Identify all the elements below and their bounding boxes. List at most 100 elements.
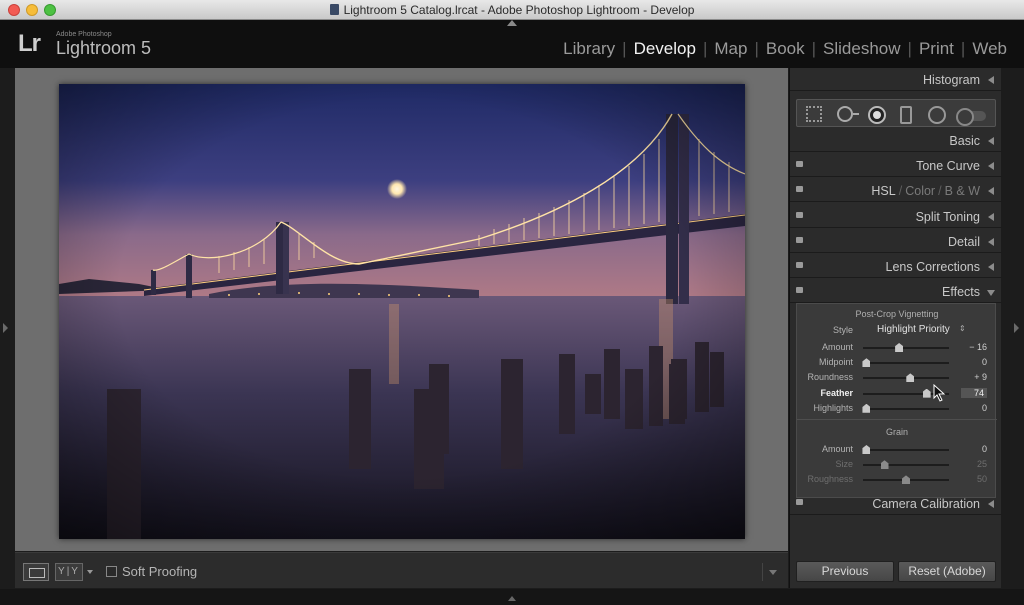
camera-calibration-toggle-icon[interactable] xyxy=(796,499,803,505)
amount-slider[interactable] xyxy=(862,445,949,454)
red-eye-tool-icon[interactable] xyxy=(868,106,886,124)
module-library[interactable]: Library xyxy=(556,39,622,59)
effects-panel-body: Post-Crop Vignetting Style Highlight Pri… xyxy=(796,303,997,498)
histogram-collapse-icon[interactable] xyxy=(988,76,994,84)
effects-sliders-roundness-row: Roundness + 9 xyxy=(797,370,997,385)
split-toning-collapse-icon[interactable] xyxy=(988,213,994,221)
hsl-panel-header[interactable]: HSL / Color / B & W xyxy=(790,180,1002,202)
lens-corrections-collapse-icon[interactable] xyxy=(988,263,994,271)
roughness-slider[interactable] xyxy=(863,475,949,485)
tone-curve-panel-header[interactable]: Tone Curve xyxy=(790,155,1002,177)
detail-collapse-icon[interactable] xyxy=(988,238,994,246)
crop-overlay-tool-icon[interactable] xyxy=(806,106,822,122)
split-toning-title: Split Toning xyxy=(915,210,980,224)
module-web[interactable]: Web xyxy=(965,39,1014,59)
lens-corrections-panel-header[interactable]: Lens Corrections xyxy=(790,256,1002,278)
hsl-collapse-icon[interactable] xyxy=(988,187,994,195)
vignette-style-label: Style xyxy=(832,325,853,335)
grain-section-title: Grain xyxy=(885,427,908,437)
detail-toggle-icon[interactable] xyxy=(796,237,803,243)
document-icon xyxy=(329,4,339,15)
hsl-toggle-icon[interactable] xyxy=(796,186,803,192)
midpoint-slider-thumb[interactable] xyxy=(862,358,871,368)
vignette-style-select[interactable]: Highlight Priority xyxy=(877,324,950,335)
effects-sliders-feather-row: Feather 74 xyxy=(797,386,997,401)
highlights-label: Highlights xyxy=(813,402,853,413)
roughness-slider-thumb[interactable] xyxy=(902,475,910,485)
module-book[interactable]: Book xyxy=(759,39,812,59)
midpoint-slider[interactable] xyxy=(862,358,949,368)
amount-value[interactable]: − 16 xyxy=(961,342,987,352)
hsl-tab[interactable]: HSL xyxy=(871,184,895,198)
color-tab[interactable]: Color xyxy=(905,184,935,198)
effects-toggle-icon[interactable] xyxy=(796,287,803,293)
basic-panel-header[interactable]: Basic xyxy=(790,130,1002,152)
tone-curve-collapse-icon[interactable] xyxy=(988,162,994,170)
collapse-top-panel-icon[interactable] xyxy=(507,20,517,26)
amount-slider-thumb[interactable] xyxy=(895,343,904,352)
highlights-value[interactable]: 0 xyxy=(961,403,987,413)
size-value[interactable]: 25 xyxy=(961,459,987,469)
amount-slider-thumb[interactable] xyxy=(862,445,871,454)
camera-calibration-panel-header[interactable]: Camera Calibration xyxy=(790,493,1002,515)
soft-proofing-checkbox[interactable] xyxy=(106,566,117,577)
camera-calibration-collapse-icon[interactable] xyxy=(988,500,994,508)
toolbar-content-dropdown[interactable] xyxy=(762,563,780,581)
develop-toolbar: Y|Y Soft Proofing xyxy=(15,552,788,588)
right-develop-panel: Histogram Basic Tone Curve HSL / Color / B &… xyxy=(789,68,1002,588)
loupe-view-button[interactable] xyxy=(23,563,49,581)
photo-image xyxy=(59,84,745,539)
vignette-style-row: Style Highlight Priority ⇕ xyxy=(797,324,997,338)
expand-filmstrip-icon[interactable] xyxy=(508,596,516,601)
roundness-slider-thumb[interactable] xyxy=(906,373,915,383)
roundness-value[interactable]: + 9 xyxy=(961,372,987,382)
midpoint-label: Midpoint xyxy=(818,357,853,368)
effects-expand-icon[interactable] xyxy=(987,290,995,296)
spot-removal-tool-icon[interactable] xyxy=(837,106,859,122)
feather-value[interactable]: 74 xyxy=(961,387,987,398)
size-slider[interactable] xyxy=(863,460,949,470)
lightroom-logo: Lr xyxy=(18,30,41,57)
effects-panel-header[interactable]: Effects xyxy=(790,281,1002,303)
before-after-dropdown-icon[interactable] xyxy=(87,570,93,574)
expand-right-panel-icon[interactable] xyxy=(1014,323,1019,333)
effects-sliders-midpoint-row: Midpoint 0 xyxy=(797,355,997,370)
reset-button[interactable]: Reset (Adobe) xyxy=(898,561,996,582)
roundness-label: Roundness xyxy=(807,372,853,383)
effects-title: Effects xyxy=(942,285,980,299)
highlights-slider[interactable] xyxy=(862,403,949,413)
before-after-view-button[interactable]: Y|Y xyxy=(55,563,83,581)
split-toning-panel-header[interactable]: Split Toning xyxy=(790,206,1002,228)
feather-slider-thumb[interactable] xyxy=(922,388,931,398)
detail-panel-header[interactable]: Detail xyxy=(790,231,1002,253)
graduated-filter-tool-icon[interactable] xyxy=(900,106,912,124)
amount-slider[interactable] xyxy=(863,343,949,352)
basic-collapse-icon[interactable] xyxy=(988,137,994,145)
module-slideshow[interactable]: Slideshow xyxy=(816,39,908,59)
radial-filter-tool-icon[interactable] xyxy=(928,106,946,124)
adjustment-brush-tool-icon[interactable] xyxy=(956,108,986,126)
amount-value[interactable]: 0 xyxy=(961,444,987,454)
lens-corrections-toggle-icon[interactable] xyxy=(796,262,803,268)
size-slider-thumb[interactable] xyxy=(880,460,889,470)
style-select-arrows-icon[interactable]: ⇕ xyxy=(959,324,966,333)
expand-left-panel-icon[interactable] xyxy=(3,323,8,333)
photo-bay-bridge[interactable] xyxy=(59,84,745,539)
roundness-slider[interactable] xyxy=(863,373,949,383)
split-toning-toggle-icon[interactable] xyxy=(796,212,803,218)
amount-label: Amount xyxy=(821,444,853,454)
image-canvas xyxy=(15,68,788,551)
highlights-slider-thumb[interactable] xyxy=(862,403,871,413)
histogram-panel-header[interactable]: Histogram xyxy=(790,69,1002,91)
effects-grain_sliders-size-row: Size 25 xyxy=(797,457,997,472)
roughness-value[interactable]: 50 xyxy=(961,474,987,484)
midpoint-value[interactable]: 0 xyxy=(961,357,987,367)
previous-button[interactable]: Previous xyxy=(796,561,894,582)
bw-tab[interactable]: B & W xyxy=(945,184,980,198)
tone-curve-toggle-icon[interactable] xyxy=(796,161,803,167)
effects-grain_sliders-roughness-row: Roughness 50 xyxy=(797,472,997,487)
tone-curve-title: Tone Curve xyxy=(916,159,980,173)
module-develop[interactable]: Develop xyxy=(627,39,703,59)
module-print[interactable]: Print xyxy=(912,39,961,59)
module-map[interactable]: Map xyxy=(707,39,754,59)
